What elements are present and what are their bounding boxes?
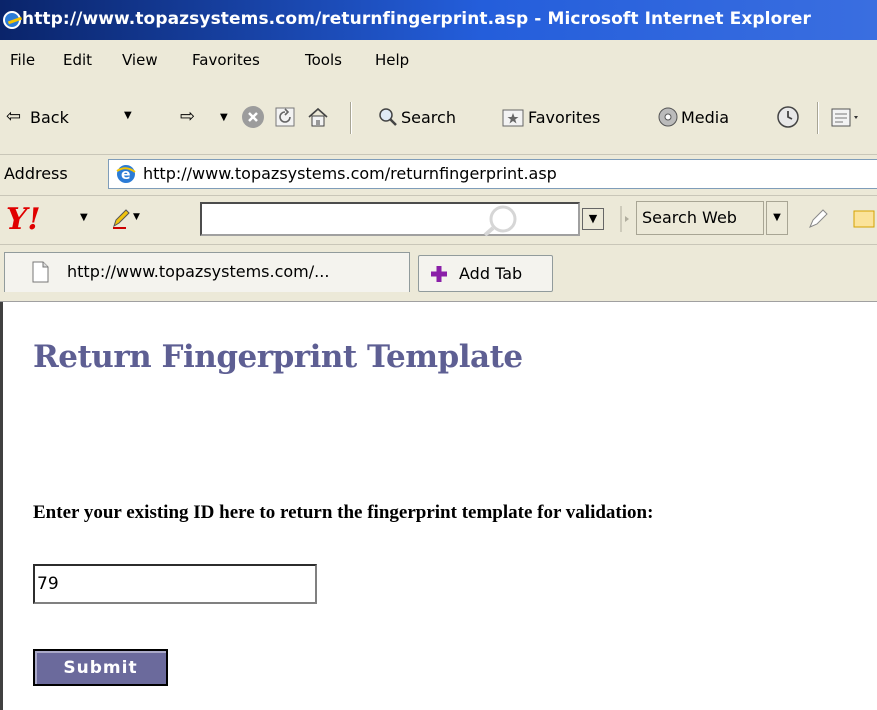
page-icon (31, 261, 49, 283)
refresh-icon[interactable] (274, 106, 296, 128)
mail-yahoo-icon[interactable] (852, 208, 877, 230)
search-web-label: Search Web (642, 208, 737, 227)
media-icon (657, 106, 679, 128)
home-icon[interactable] (306, 106, 330, 128)
menu-favorites[interactable]: Favorites (192, 51, 260, 69)
add-tab-label: Add Tab (459, 264, 523, 283)
tab-label: http://www.topazsystems.com/... (67, 262, 330, 281)
menu-tools[interactable]: Tools (305, 51, 342, 69)
search-web-dropdown-icon[interactable]: ▼ (766, 201, 788, 235)
menu-bar: File Edit View Favorites Tools Help (0, 40, 877, 83)
yahoo-search-input[interactable] (200, 202, 580, 237)
grip-icon (618, 204, 630, 234)
search-web-button[interactable]: Search Web (636, 201, 764, 235)
page-heading: Return Fingerprint Template (33, 339, 523, 375)
tab-bar: http://www.topazsystems.com/... Add Tab (0, 245, 877, 303)
menu-view[interactable]: View (122, 51, 158, 69)
yahoo-logo-icon[interactable]: Y! (6, 202, 41, 237)
search-watermark-icon (467, 205, 527, 237)
search-button[interactable]: Search (377, 104, 482, 134)
back-label: Back (30, 108, 69, 127)
history-icon[interactable] (775, 104, 801, 130)
back-button[interactable]: ⇦ Back ▼ (6, 104, 136, 134)
favorites-button[interactable]: Favorites (502, 104, 637, 134)
plus-icon (429, 264, 449, 284)
search-label: Search (401, 108, 456, 127)
ie-page-icon: e (115, 163, 137, 185)
address-field[interactable]: e http://www.topazsystems.com/returnfing… (108, 159, 877, 189)
menu-help[interactable]: Help (375, 51, 409, 69)
id-input[interactable] (33, 564, 317, 604)
favorites-label: Favorites (528, 108, 601, 127)
yahoo-toolbar: Y! ▼ ▼ ▼ Search Web ▼ (0, 196, 877, 245)
yahoo-dropdown-icon[interactable]: ▼ (80, 212, 88, 223)
id-prompt-label: Enter your existing ID here to return th… (33, 502, 654, 523)
mail-icon[interactable] (830, 106, 860, 130)
back-arrow-icon: ⇦ (6, 106, 22, 127)
ie-logo-icon (3, 11, 21, 29)
window-titlebar: http://www.topazsystems.com/returnfinger… (0, 0, 877, 40)
back-dropdown-icon[interactable]: ▼ (124, 110, 132, 121)
stop-icon[interactable] (242, 106, 264, 128)
address-label: Address (4, 164, 68, 183)
add-tab-button[interactable]: Add Tab (418, 255, 553, 292)
address-bar: Address e http://www.topazsystems.com/re… (0, 155, 877, 196)
menu-file[interactable]: File (10, 51, 35, 69)
window-title: http://www.topazsystems.com/returnfinger… (22, 9, 811, 29)
media-button[interactable]: Media (657, 104, 757, 134)
page-content: Return Fingerprint Template Enter your e… (0, 302, 877, 710)
favorites-star-icon (502, 108, 524, 128)
tab-active[interactable]: http://www.topazsystems.com/... (4, 252, 410, 292)
magnifier-icon (377, 106, 399, 128)
pencil-dropdown-icon[interactable]: ▼ (133, 212, 140, 222)
standard-toolbar: ⇦ Back ▼ ⇨ ▼ Search Favorites Media (0, 82, 877, 155)
forward-dropdown-icon[interactable]: ▼ (220, 112, 228, 123)
yahoo-search-dropdown-icon[interactable]: ▼ (582, 208, 604, 230)
forward-arrow-icon[interactable]: ⇨ (180, 106, 195, 127)
highlight-pen-icon[interactable] (806, 207, 830, 231)
media-label: Media (681, 108, 730, 127)
address-url: http://www.topazsystems.com/returnfinger… (143, 164, 557, 183)
toolbar-separator (350, 102, 352, 134)
submit-button[interactable]: Submit (33, 649, 168, 686)
toolbar-separator (817, 102, 819, 134)
pencil-icon[interactable] (110, 206, 132, 230)
menu-edit[interactable]: Edit (63, 51, 92, 69)
